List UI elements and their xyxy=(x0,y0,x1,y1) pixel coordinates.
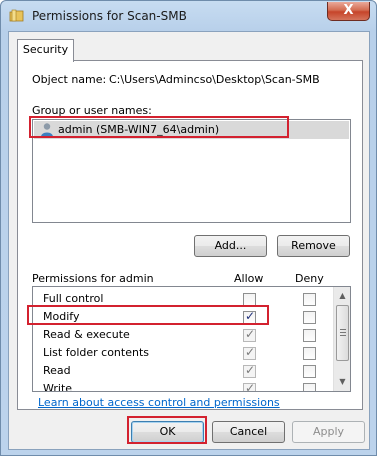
permission-row-read: Read xyxy=(33,362,333,380)
permission-row-full-control: Full control xyxy=(33,290,333,308)
allow-header: Allow xyxy=(234,272,264,285)
permission-name: Read xyxy=(43,364,71,377)
permission-name: Write xyxy=(43,382,73,392)
permissions-header: Permissions for admin xyxy=(32,272,154,285)
grip-line xyxy=(340,335,346,336)
list-item[interactable]: admin (SMB-WIN7_64\admin) xyxy=(34,121,349,139)
deny-checkbox[interactable] xyxy=(303,383,316,391)
permission-row-modify: Modify xyxy=(33,308,333,326)
cancel-button-label: Cancel xyxy=(229,425,268,438)
permission-name: List folder contents xyxy=(43,346,149,359)
deny-checkbox[interactable] xyxy=(303,293,316,306)
remove-button-label: Remove xyxy=(291,239,336,252)
close-button[interactable]: X xyxy=(327,2,370,21)
close-icon: X xyxy=(343,3,354,18)
add-button-label: Add... xyxy=(214,239,247,252)
user-icon xyxy=(41,123,53,137)
ok-button-label: OK xyxy=(159,425,176,438)
dialog-client: Security Object name: C:\Users\Admincso\… xyxy=(8,31,370,450)
allow-checkbox[interactable] xyxy=(243,293,256,306)
title-bar[interactable]: Permissions for Scan-SMB X xyxy=(1,1,376,31)
apply-button[interactable]: Apply xyxy=(292,421,365,443)
deny-checkbox[interactable] xyxy=(303,347,316,360)
permission-name: Modify xyxy=(43,310,80,323)
apply-button-label: Apply xyxy=(312,425,345,438)
deny-checkbox[interactable] xyxy=(303,329,316,342)
folder-icon xyxy=(9,9,24,22)
permission-row-read-execute: Read & execute xyxy=(33,326,333,344)
grip-line xyxy=(340,329,346,330)
permissions-scrollbar[interactable]: ▲ ▼ xyxy=(333,287,350,391)
allow-checkbox[interactable] xyxy=(243,309,256,324)
access-control-help-link[interactable]: Learn about access control and permissio… xyxy=(38,396,280,409)
ok-button[interactable]: OK xyxy=(131,421,204,443)
scroll-thumb[interactable] xyxy=(336,305,349,361)
permission-row-list-folder: List folder contents xyxy=(33,344,333,362)
groups-label: Group or user names: xyxy=(32,104,152,117)
scroll-down-icon[interactable]: ▼ xyxy=(334,373,350,390)
permissions-list: Full control Modify Read & execute List … xyxy=(32,286,351,392)
allow-checkbox[interactable] xyxy=(243,327,256,342)
allow-checkbox[interactable] xyxy=(243,345,256,360)
cancel-button[interactable]: Cancel xyxy=(212,421,285,443)
grip-line xyxy=(340,332,346,333)
permission-name: Read & execute xyxy=(43,328,130,341)
group-user-list[interactable]: admin (SMB-WIN7_64\admin) xyxy=(32,119,351,223)
permission-name: Full control xyxy=(43,292,104,305)
deny-checkbox[interactable] xyxy=(303,365,316,378)
tab-security[interactable]: Security xyxy=(17,39,74,62)
list-item-label: admin (SMB-WIN7_64\admin) xyxy=(58,123,220,136)
permission-row-write: Write xyxy=(33,380,333,392)
deny-checkbox[interactable] xyxy=(303,311,316,324)
remove-button[interactable]: Remove xyxy=(277,235,350,257)
add-button[interactable]: Add... xyxy=(194,235,267,257)
permissions-dialog: Permissions for Scan-SMB X Security Obje… xyxy=(0,0,377,456)
allow-checkbox[interactable] xyxy=(243,381,256,391)
object-name-label: Object name: xyxy=(32,73,107,86)
object-name-value: C:\Users\Admincso\Desktop\Scan-SMB xyxy=(109,73,320,86)
window-title: Permissions for Scan-SMB xyxy=(32,9,187,23)
scroll-up-icon[interactable]: ▲ xyxy=(334,287,350,304)
security-tab-page: Object name: C:\Users\Admincso\Desktop\S… xyxy=(17,60,363,410)
deny-header: Deny xyxy=(295,272,324,285)
allow-checkbox[interactable] xyxy=(243,363,256,378)
